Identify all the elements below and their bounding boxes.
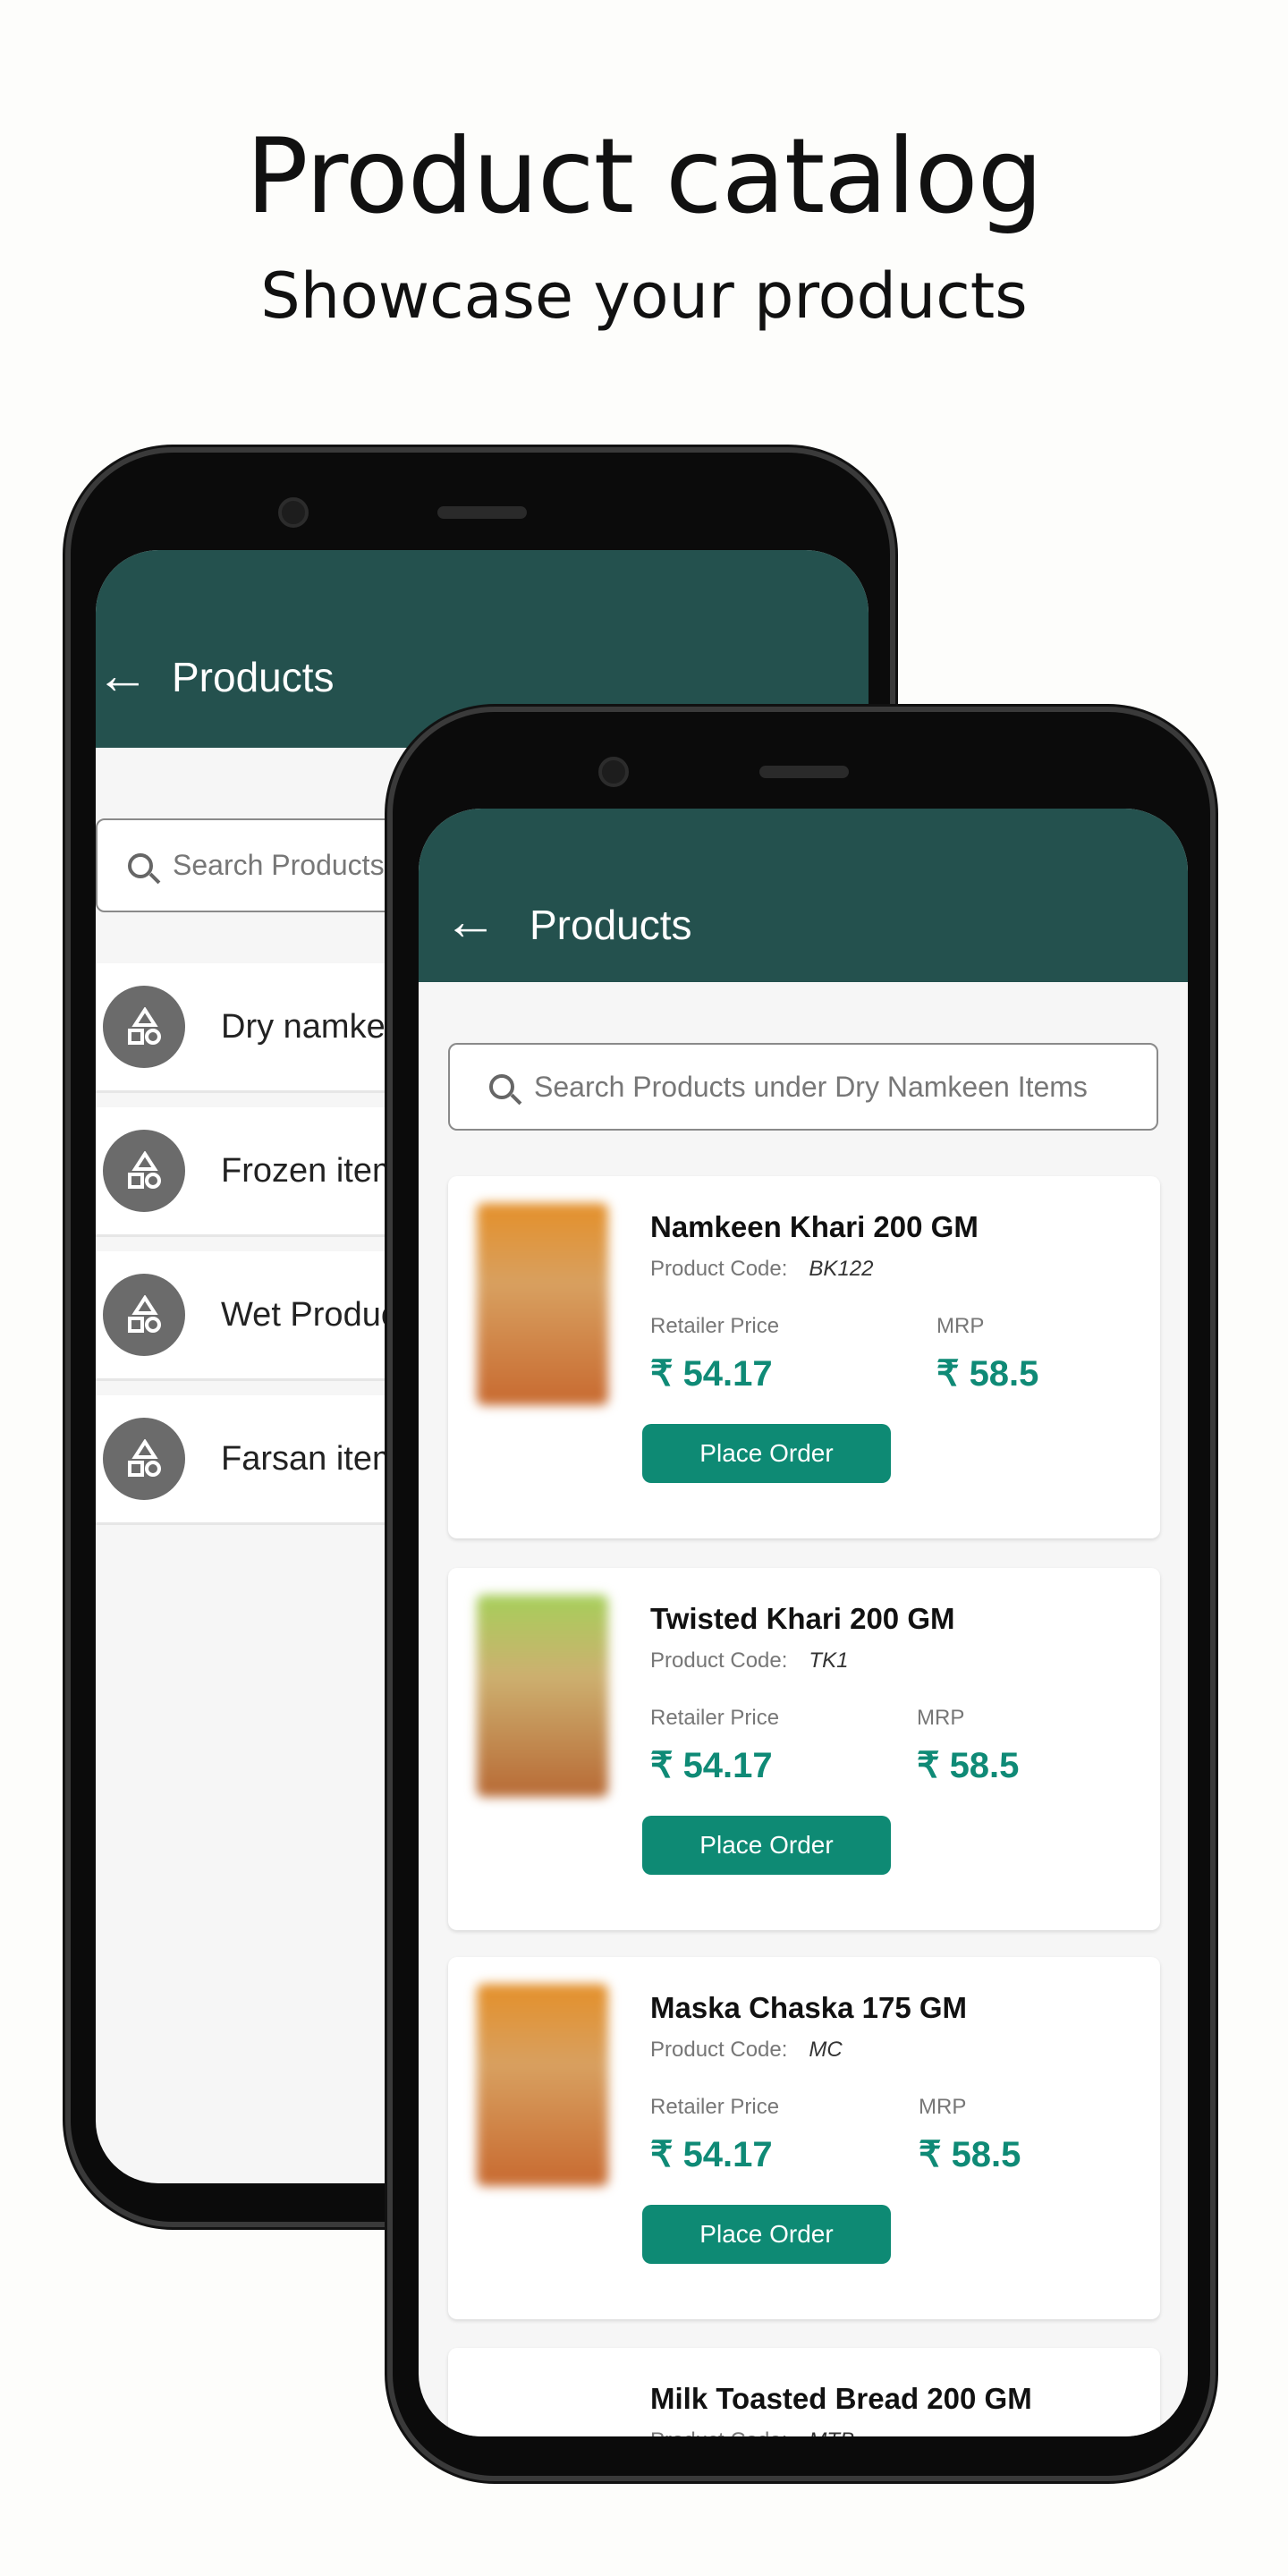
product-name: Twisted Khari 200 GM [650, 1602, 955, 1635]
product-image [477, 1203, 608, 1405]
search-icon [489, 1074, 514, 1099]
search-input[interactable]: Search Products under Dry Namkeen Items [448, 1043, 1158, 1131]
product-code: Product Code: MC [650, 2038, 843, 2063]
code-label: Product Code: [650, 1648, 788, 1673]
product-card[interactable]: Namkeen Khari 200 GM Product Code: BK122 Re… [448, 1176, 1160, 1538]
product-code: Product Code: MTB [650, 2428, 854, 2436]
code-value: MC [809, 2038, 843, 2062]
search-placeholder: Search Products under Dry Namkeen Items [534, 1070, 1088, 1103]
back-arrow-icon[interactable]: ← [96, 648, 149, 702]
search-icon [128, 852, 153, 878]
search-placeholder: Search Products [173, 849, 385, 881]
product-name: Milk Toasted Bread 200 GM [650, 2382, 1032, 2415]
back-arrow-icon[interactable]: ← [444, 894, 497, 948]
product-name: Maska Chaska 175 GM [650, 1991, 968, 2024]
mrp-price: ₹ 58.5 [919, 2135, 1021, 2174]
mrp-label: MRP [936, 1314, 985, 1338]
hero-subtitle: Showcase your products [260, 259, 1028, 333]
speaker [437, 506, 527, 519]
camera [278, 497, 309, 528]
code-label: Product Code: [650, 2428, 787, 2436]
place-order-button[interactable]: Place Order [642, 1816, 891, 1875]
shapes-icon [103, 1274, 185, 1356]
retailer-price-label: Retailer Price [650, 1314, 780, 1338]
front-screen: ← Products Search Products under Dry Nam… [419, 809, 1188, 2436]
code-value: TK1 [809, 1648, 849, 1673]
place-order-button[interactable]: Place Order [642, 2205, 891, 2264]
product-code: Product Code: TK1 [650, 1648, 848, 1674]
retailer-price: ₹ 54.17 [650, 1746, 773, 1785]
mrp-price: ₹ 58.5 [936, 1354, 1039, 1394]
shapes-icon [103, 1418, 185, 1500]
place-order-button[interactable]: Place Order [642, 1424, 891, 1483]
product-image [477, 1984, 608, 2186]
retailer-price-label: Retailer Price [650, 2095, 780, 2119]
code-value: BK122 [809, 1257, 874, 1281]
retailer-price: ₹ 54.17 [650, 2135, 773, 2174]
header-title: Products [172, 654, 335, 700]
mrp-label: MRP [917, 1706, 965, 1730]
product-image [477, 1595, 608, 1797]
app-header: ← Products [419, 809, 1188, 982]
code-label: Product Code: [650, 1257, 788, 1281]
product-card[interactable]: Maska Chaska 175 GM Product Code: MC Retail… [448, 1957, 1160, 2319]
product-code: Product Code: BK122 [650, 1257, 873, 1282]
code-value: MTB [809, 2428, 854, 2436]
product-card[interactable]: Milk Toasted Bread 200 GM Product Code: MT… [448, 2348, 1160, 2436]
product-card[interactable]: Twisted Khari 200 GM Product Code: TK1 Reta… [448, 1568, 1160, 1930]
front-phone: ← Products Search Products under Dry Nam… [387, 707, 1216, 2481]
speaker [759, 766, 849, 778]
code-label: Product Code: [650, 2038, 788, 2062]
mrp-price: ₹ 58.5 [917, 1746, 1020, 1785]
retailer-price-label: Retailer Price [650, 1706, 780, 1730]
header-title: Products [530, 902, 692, 948]
shapes-icon [103, 1130, 185, 1212]
mrp-label: MRP [919, 2095, 967, 2119]
shapes-icon [103, 986, 185, 1068]
hero-title: Product catalog [245, 116, 1044, 237]
product-name: Namkeen Khari 200 GM [650, 1210, 979, 1243]
retailer-price: ₹ 54.17 [650, 1354, 773, 1394]
camera [598, 757, 629, 787]
